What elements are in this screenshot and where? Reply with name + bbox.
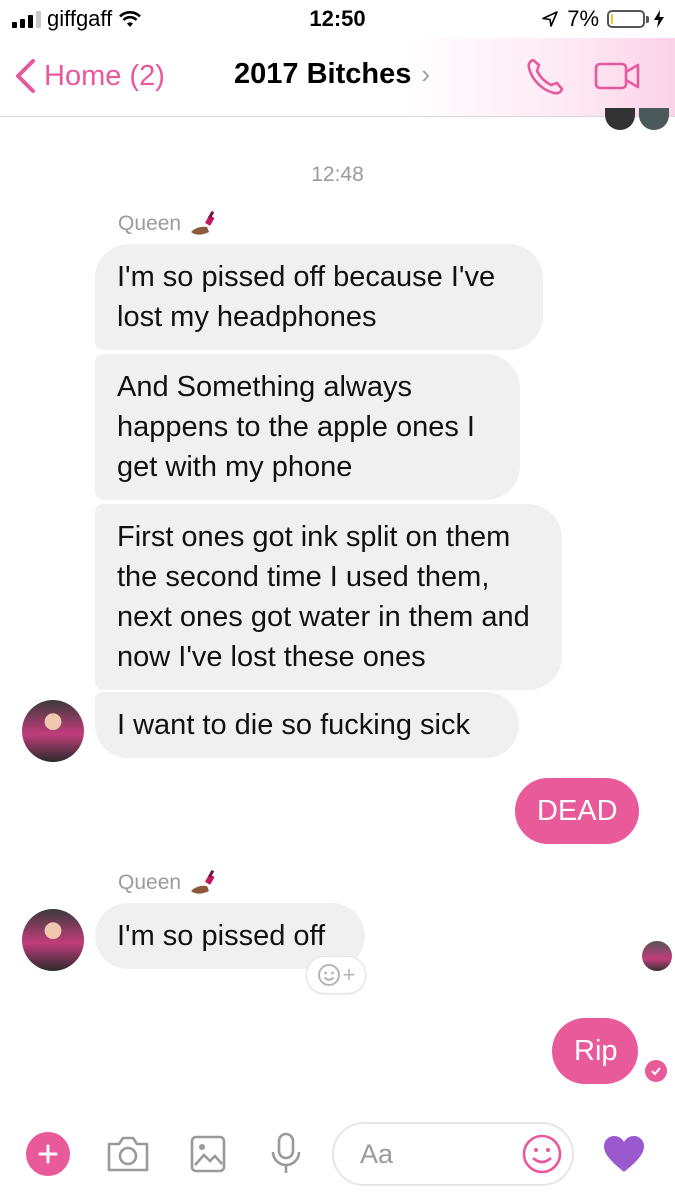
video-call-button[interactable]	[594, 60, 642, 97]
message-timestamp: 12:48	[311, 163, 364, 186]
battery-level	[611, 14, 613, 24]
status-bar: giffgaff 12:50 7%	[0, 0, 675, 38]
add-reaction-button[interactable]: +	[306, 956, 366, 994]
nail-polish-emoji-icon	[191, 210, 215, 235]
conversation-title[interactable]: 2017 Bitches ›	[234, 58, 430, 91]
message-bubble[interactable]: I'm so pissed off because I've lost my h…	[95, 244, 543, 350]
read-receipt-avatars	[605, 108, 669, 130]
message-bubble[interactable]: I want to die so fucking sick	[95, 692, 519, 758]
heart-icon	[604, 1136, 644, 1172]
message-bubble[interactable]: First ones got ink split on them the sec…	[95, 504, 562, 690]
delivered-check-icon	[645, 1060, 667, 1082]
conversation-title-text: 2017 Bitches	[234, 58, 412, 90]
microphone-icon	[271, 1132, 301, 1173]
message-bubble[interactable]: And Something always happens to the appl…	[95, 354, 520, 500]
photo-icon	[190, 1135, 226, 1173]
read-receipt-avatar	[639, 108, 669, 130]
sender-name: Queen	[118, 869, 219, 897]
emoji-icon	[522, 1134, 562, 1174]
smiley-icon	[317, 964, 340, 986]
back-button[interactable]: Home (2)	[14, 58, 165, 94]
chevron-right-icon: ›	[421, 59, 430, 89]
sender-name: Queen	[118, 210, 219, 238]
phone-icon	[527, 58, 564, 95]
chevron-left-icon	[16, 59, 35, 93]
photo-button[interactable]	[189, 1134, 227, 1179]
my-message-bubble[interactable]: DEAD	[515, 778, 639, 844]
call-button[interactable]	[524, 56, 566, 103]
location-arrow-icon	[542, 11, 559, 27]
like-button[interactable]	[602, 1134, 646, 1179]
my-message-bubble[interactable]: Rip	[552, 1018, 638, 1084]
read-receipt-avatar	[605, 108, 635, 130]
charging-bolt-icon	[654, 10, 664, 28]
sender-name-text: Queen	[118, 212, 182, 235]
battery-percent: 7%	[567, 6, 599, 31]
conversation-header: Home (2) 2017 Bitches ›	[0, 38, 675, 117]
avatar[interactable]	[22, 700, 84, 762]
camera-icon	[107, 1136, 149, 1172]
camera-button[interactable]	[105, 1134, 151, 1179]
plus-icon: +	[342, 962, 356, 987]
more-actions-button[interactable]	[26, 1132, 70, 1176]
nail-polish-emoji-icon	[191, 869, 215, 894]
back-label: Home (2)	[44, 59, 165, 92]
avatar[interactable]	[22, 909, 84, 971]
message-input-placeholder: Aa	[360, 1138, 394, 1169]
battery-icon	[607, 10, 649, 28]
plus-icon	[38, 1144, 58, 1164]
voice-button[interactable]	[270, 1132, 302, 1181]
read-receipt-avatar	[642, 941, 672, 971]
emoji-button[interactable]	[521, 1133, 563, 1180]
status-right: 7%	[541, 6, 665, 32]
video-camera-icon	[594, 62, 640, 90]
sender-name-text: Queen	[118, 871, 182, 894]
